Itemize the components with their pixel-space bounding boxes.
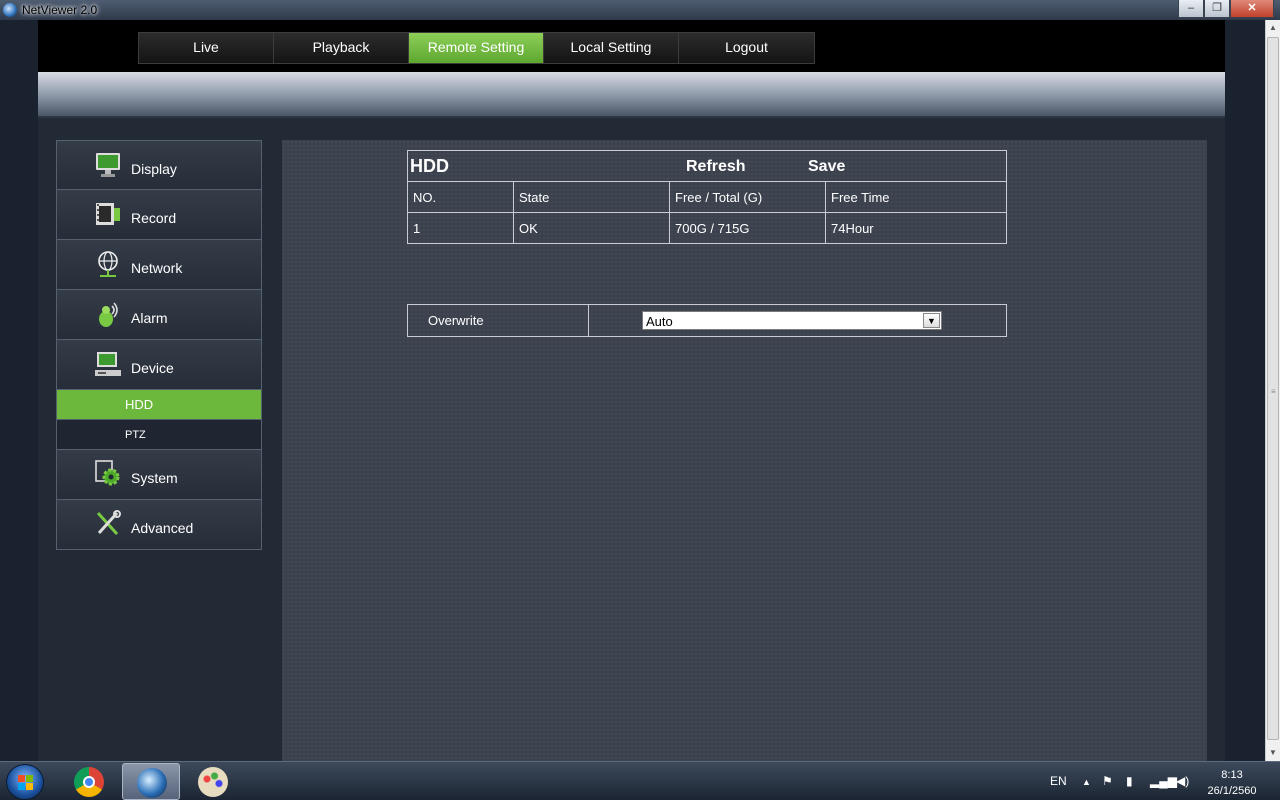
vertical-scrollbar[interactable]: ▲ ≡ ▼ xyxy=(1265,20,1280,761)
overwrite-table: Overwrite Auto ▼ xyxy=(407,304,1007,337)
right-gutter xyxy=(1225,20,1265,761)
windows-logo-icon xyxy=(18,775,33,790)
action-center-flag-icon[interactable]: ⚑ xyxy=(1102,774,1113,788)
chrome-icon xyxy=(74,767,104,797)
language-indicator[interactable]: EN xyxy=(1050,774,1067,788)
settings-sidebar: Display Record Network Alarm Device HDD … xyxy=(56,140,262,550)
chevron-down-icon[interactable]: ▼ xyxy=(923,313,940,328)
column-header-free-total: Free / Total (G) xyxy=(669,181,826,213)
left-gutter xyxy=(0,20,38,761)
scroll-up-icon[interactable]: ▲ xyxy=(1266,20,1280,36)
nav-tabs: Live Playback Remote Setting Local Setti… xyxy=(138,32,815,64)
tools-icon xyxy=(96,510,121,536)
column-header-no: NO. xyxy=(407,181,514,213)
window-title: NetViewer 2.0 xyxy=(22,3,98,17)
minimize-button[interactable]: – xyxy=(1178,0,1204,18)
header-banner xyxy=(38,72,1225,118)
sidebar-item-display[interactable]: Display xyxy=(56,140,262,190)
start-button[interactable] xyxy=(6,764,44,800)
globe-icon xyxy=(98,251,118,277)
hdd-settings-panel: HDD Refresh Save NO. State Free / Total … xyxy=(282,140,1207,761)
sidebar-item-network[interactable]: Network xyxy=(56,240,262,290)
hdd-table-header: HDD Refresh Save xyxy=(407,150,1007,182)
computer-icon xyxy=(95,352,121,376)
sidebar-item-alarm[interactable]: Alarm xyxy=(56,290,262,340)
sidebar-item-advanced[interactable]: Advanced xyxy=(56,500,262,550)
clock-time: 8:13 xyxy=(1221,769,1243,781)
cell-free-total: 700G / 715G xyxy=(669,212,826,244)
overwrite-value-cell: Auto ▼ xyxy=(588,304,1007,337)
windows-taskbar: EN ▲ ⚑ ▮ ▂▄▆ ◀) 8:13 26/1/2560 xyxy=(0,761,1280,800)
hdd-table: HDD Refresh Save NO. State Free / Total … xyxy=(407,150,1007,244)
clock-date: 26/1/2560 xyxy=(1207,785,1257,797)
system-clock[interactable]: 8:13 26/1/2560 xyxy=(1202,767,1262,799)
cell-state: OK xyxy=(513,212,670,244)
column-header-free-time: Free Time xyxy=(825,181,1007,213)
paint-palette-icon xyxy=(198,767,228,797)
tab-remote-setting[interactable]: Remote Setting xyxy=(409,33,544,63)
overwrite-label: Overwrite xyxy=(407,304,589,337)
table-row: 1 OK 700G / 715G 74Hour xyxy=(407,212,1007,244)
tab-local-setting[interactable]: Local Setting xyxy=(544,33,679,63)
sidebar-item-system[interactable]: System xyxy=(56,450,262,500)
scroll-grip-icon: ≡ xyxy=(1271,387,1276,396)
sidebar-subitem-ptz[interactable]: PTZ xyxy=(56,420,262,450)
tab-live[interactable]: Live xyxy=(139,33,274,63)
taskbar-netviewer[interactable] xyxy=(122,763,180,800)
hdd-title: HDD xyxy=(410,156,449,176)
sidebar-item-label: Record xyxy=(131,210,177,226)
cell-no: 1 xyxy=(407,212,514,244)
table-header-row: NO. State Free / Total (G) Free Time xyxy=(407,181,1007,213)
alarm-icon xyxy=(99,302,118,327)
cell-free-time: 74Hour xyxy=(825,212,1007,244)
close-button[interactable]: ✕ xyxy=(1230,0,1274,18)
film-icon xyxy=(96,203,120,225)
app-logo-icon xyxy=(3,3,17,17)
gear-icon xyxy=(95,460,120,486)
sidebar-item-label: Device xyxy=(131,360,174,376)
overwrite-select[interactable]: Auto ▼ xyxy=(642,311,942,330)
monitor-icon xyxy=(96,153,120,177)
refresh-button[interactable]: Refresh xyxy=(686,158,746,176)
save-button[interactable]: Save xyxy=(808,158,845,176)
sidebar-item-label: Alarm xyxy=(131,310,168,326)
show-hidden-icons-icon[interactable]: ▲ xyxy=(1082,777,1091,787)
sidebar-item-device[interactable]: Device xyxy=(56,340,262,390)
sidebar-item-label: System xyxy=(131,470,178,486)
tab-playback[interactable]: Playback xyxy=(274,33,409,63)
netviewer-icon xyxy=(137,768,167,798)
sidebar-subitem-hdd[interactable]: HDD xyxy=(56,390,262,420)
sidebar-item-record[interactable]: Record xyxy=(56,190,262,240)
scroll-down-icon[interactable]: ▼ xyxy=(1266,745,1280,761)
sidebar-item-label: Advanced xyxy=(131,520,194,536)
power-icon[interactable]: ▮ xyxy=(1126,774,1133,788)
tab-logout[interactable]: Logout xyxy=(679,33,814,63)
taskbar-paint[interactable] xyxy=(184,763,242,800)
sidebar-item-label: Network xyxy=(131,260,183,276)
sidebar-subitem-label: PTZ xyxy=(125,429,146,441)
network-signal-icon[interactable]: ▂▄▆ xyxy=(1150,774,1177,788)
window-controls: – ❐ ✕ xyxy=(1178,0,1274,18)
window-titlebar: NetViewer 2.0 – ❐ ✕ xyxy=(0,0,1280,20)
overwrite-select-value: Auto xyxy=(646,314,673,329)
sidebar-item-label: Display xyxy=(131,161,177,177)
column-header-state: State xyxy=(513,181,670,213)
sidebar-subitem-label: HDD xyxy=(125,397,154,412)
scroll-thumb[interactable]: ≡ xyxy=(1267,37,1279,740)
maximize-button[interactable]: ❐ xyxy=(1204,0,1230,18)
volume-icon[interactable]: ◀) xyxy=(1176,774,1189,788)
taskbar-chrome[interactable] xyxy=(60,763,118,800)
top-navigation: Live Playback Remote Setting Local Setti… xyxy=(38,20,1225,72)
